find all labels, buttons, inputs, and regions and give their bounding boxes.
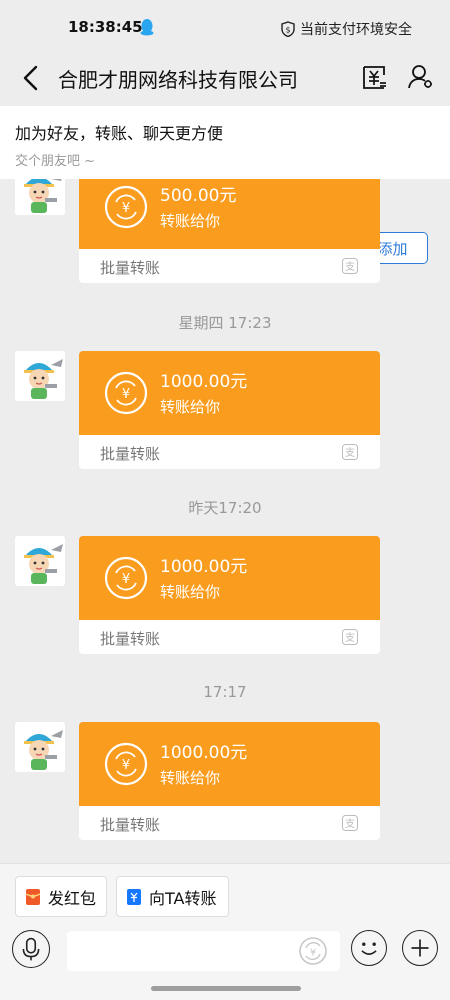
red-packet-icon: [25, 888, 41, 905]
alipay-icon: 支: [342, 815, 358, 831]
add-friend-subtext: 交个朋友吧 ~: [15, 154, 96, 169]
home-indicator[interactable]: [151, 986, 301, 991]
transfer-yen-icon[interactable]: ¥: [298, 936, 328, 966]
svg-text:支: 支: [345, 261, 355, 273]
worker-avatar-icon: [15, 722, 65, 772]
batch-transfer-label: 批量转账: [100, 816, 161, 834]
alipay-icon: 支: [342, 444, 358, 460]
status-time: 18:38:45: [68, 18, 143, 36]
transfer-amount: 500.00元: [160, 186, 237, 206]
transfer-amount: 1000.00元: [160, 557, 248, 577]
transfer-card[interactable]: ¥ 500.00元 转账给你 批量转账 支: [79, 179, 380, 283]
transfer-coin-icon: ¥: [104, 371, 148, 415]
batch-transfer-label: 批量转账: [100, 445, 161, 463]
transfer-coin-icon: ¥: [104, 742, 148, 786]
transfer-description: 转账给你: [160, 769, 221, 787]
svg-text:¥: ¥: [122, 201, 130, 216]
svg-text:支: 支: [345, 818, 355, 830]
sender-avatar[interactable]: [15, 536, 65, 586]
message-input[interactable]: ¥: [67, 931, 340, 971]
back-arrow-icon[interactable]: [20, 64, 42, 92]
transfer-icon: [127, 888, 141, 905]
plus-icon[interactable]: [402, 930, 438, 966]
svg-text:支: 支: [345, 447, 355, 459]
svg-text:¥: ¥: [122, 758, 130, 773]
qq-penguin-icon: [140, 19, 154, 36]
svg-text:$: $: [285, 26, 290, 35]
sender-avatar[interactable]: [15, 179, 65, 215]
profile-icon[interactable]: [407, 63, 435, 91]
microphone-icon[interactable]: [12, 930, 50, 968]
svg-text:¥: ¥: [122, 572, 130, 587]
transfer-coin-icon: ¥: [104, 556, 148, 600]
worker-avatar-icon: [15, 536, 65, 586]
svg-text:¥: ¥: [310, 948, 316, 959]
sender-avatar[interactable]: [15, 351, 65, 401]
message-timestamp: 昨天17:20: [188, 499, 262, 517]
red-packet-label: 发红包: [48, 888, 97, 908]
security-text: 当前支付环境安全: [300, 22, 412, 38]
svg-text:支: 支: [345, 632, 355, 644]
transfer-coin-icon: ¥: [104, 185, 148, 229]
input-panel: 发红包 向TA转账 ¥: [0, 863, 450, 1000]
batch-transfer-label: 批量转账: [100, 630, 161, 648]
add-friend-banner: 加为好友，转账、聊天更方便 交个朋友吧 ~ 添加: [0, 106, 450, 264]
chat-area[interactable]: ¥ 500.00元 转账给你 批量转账 支 星期四 17:23 ¥ 1000.0…: [0, 179, 450, 863]
shield-icon: $: [281, 21, 295, 37]
transfer-card[interactable]: ¥ 1000.00元 转账给你 批量转账 支: [79, 536, 380, 654]
alipay-icon: 支: [342, 629, 358, 645]
alipay-icon: 支: [342, 258, 358, 274]
red-packet-button[interactable]: 发红包: [15, 876, 107, 917]
message-timestamp: 17:17: [203, 683, 247, 701]
payment-security-indicator: $ 当前支付环境安全: [281, 19, 412, 39]
add-friend-prompt: 加为好友，转账、聊天更方便: [15, 124, 224, 143]
transfer-description: 转账给你: [160, 398, 221, 416]
transfer-to-ta-button[interactable]: 向TA转账: [116, 876, 229, 917]
batch-transfer-label: 批量转账: [100, 259, 161, 277]
transfer-card[interactable]: ¥ 1000.00元 转账给你 批量转账 支: [79, 351, 380, 469]
status-bar: 18:38:45 $ 当前支付环境安全: [0, 0, 450, 54]
transfer-to-ta-label: 向TA转账: [149, 888, 217, 908]
transfer-description: 转账给你: [160, 212, 221, 230]
message-timestamp: 星期四 17:23: [178, 314, 272, 332]
worker-avatar-icon: [15, 179, 65, 215]
transfer-card[interactable]: ¥ 1000.00元 转账给你 批量转账 支: [79, 722, 380, 840]
svg-text:¥: ¥: [122, 387, 130, 402]
transfer-amount: 1000.00元: [160, 743, 248, 763]
worker-avatar-icon: [15, 351, 65, 401]
transfer-description: 转账给你: [160, 583, 221, 601]
page-title: 合肥才朋网络科技有限公司: [58, 68, 298, 92]
sender-avatar[interactable]: [15, 722, 65, 772]
bill-icon[interactable]: [360, 63, 388, 91]
emoji-icon[interactable]: [351, 930, 387, 966]
transfer-amount: 1000.00元: [160, 372, 248, 392]
nav-bar: 合肥才朋网络科技有限公司: [0, 54, 450, 104]
